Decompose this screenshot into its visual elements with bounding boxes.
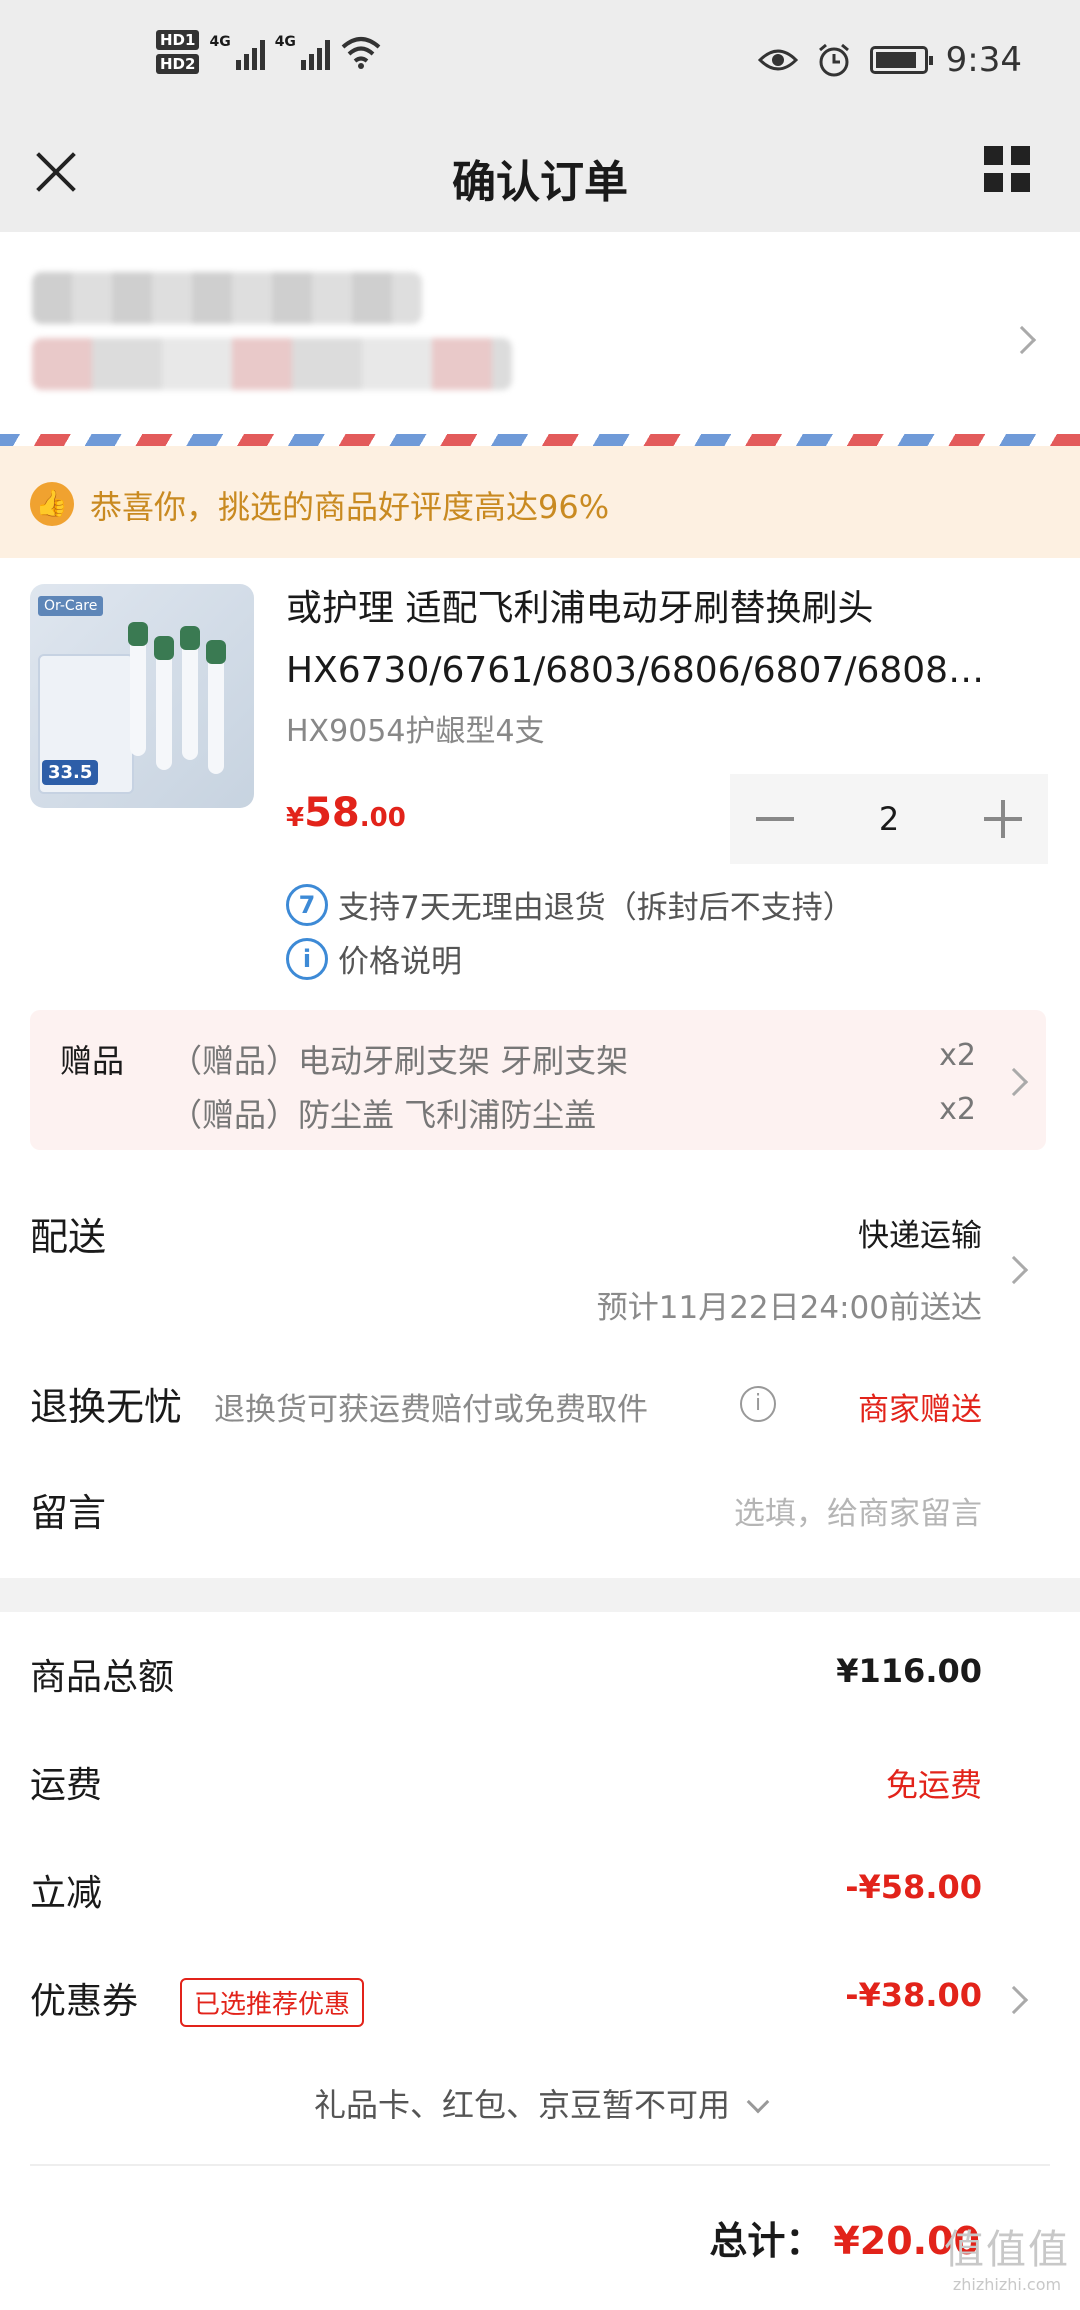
signal-icon: 4G <box>209 34 265 70</box>
thumbs-up-icon: 👍 <box>30 482 74 526</box>
gift-qty: x2 <box>939 1092 976 1127</box>
chevron-right-icon <box>999 1067 1029 1097</box>
thumb-brand: Or-Care <box>38 596 104 616</box>
praise-banner: 👍 恭喜你，挑选的商品好评度高达96% <box>0 446 1080 558</box>
product-card: Or-Care 33.5 或护理 适配飞利浦电动牙刷替换刷头HX6730/676… <box>0 558 1080 1578</box>
product-price: ¥58.00 <box>286 790 406 836</box>
message-label: 留言 <box>30 1491 107 1535</box>
app-header: 确认订单 <box>0 120 1080 232</box>
grid-menu-icon[interactable] <box>984 146 1030 192</box>
address-detail-redacted <box>32 338 512 390</box>
clock: 9:34 <box>945 40 1022 80</box>
coupon-label: 优惠券 <box>30 1981 139 2022</box>
goods-total-value: ¥116.00 <box>836 1652 982 1690</box>
coupon-recommended-tag: 已选推荐优惠 <box>180 1978 365 2027</box>
chevron-right-icon[interactable] <box>999 1985 1029 2015</box>
returns-label: 退换无忧 <box>30 1385 183 1429</box>
seven-day-return-icon: 7 <box>286 883 328 926</box>
product-spec[interactable]: HX9054护龈型4支 <box>286 706 545 750</box>
returns-desc: 退换货可获运费赔付或免费取件 <box>214 1392 648 1428</box>
address-name-redacted <box>32 272 422 324</box>
praise-text: 恭喜你，挑选的商品好评度高达96% <box>90 488 610 526</box>
address-card[interactable] <box>0 232 1080 444</box>
quantity-stepper: 2 <box>730 774 1048 864</box>
site-watermark: 值值值 zhizhizhi.com <box>944 2227 1070 2294</box>
thumb-price: 33.5 <box>42 760 99 785</box>
hd2-badge: HD2 <box>156 54 200 74</box>
quantity-value[interactable]: 2 <box>820 774 958 864</box>
delivery-eta: 预计11月22日24:00前送达 <box>596 1290 982 1326</box>
info-icon[interactable]: i <box>740 1386 776 1422</box>
return-policy: 7 支持7天无理由退货（拆封后不支持） <box>286 882 854 927</box>
price-summary: 商品总额 ¥116.00 运费 免运费 立减 -¥58.00 优惠券 已选推荐优… <box>0 1612 1080 2310</box>
chevron-down-icon <box>746 2090 770 2114</box>
minus-button[interactable] <box>730 774 820 864</box>
discount-label: 立减 <box>30 1873 103 1914</box>
message-input[interactable]: 选填，给商家留言 <box>734 1488 982 1533</box>
product-title[interactable]: 或护理 适配飞利浦电动牙刷替换刷头HX6730/6761/6803/6806/6… <box>286 578 1046 702</box>
battery-icon <box>869 46 933 74</box>
product-thumbnail[interactable]: Or-Care 33.5 <box>30 584 254 808</box>
unavailable-payments[interactable]: 礼品卡、红包、京豆暂不可用 <box>0 2080 1080 2126</box>
gifts-section[interactable]: 赠品 （赠品）电动牙刷支架 牙刷支架 x2 （赠品）防尘盖 飞利浦防尘盖 x2 <box>30 1010 1046 1150</box>
info-icon: i <box>286 937 328 980</box>
status-bar: HD1 HD2 4G 4G 9:34 <box>0 0 1080 120</box>
airmail-divider <box>0 434 1080 446</box>
divider <box>30 2164 1050 2166</box>
shipping-label: 运费 <box>30 1765 103 1806</box>
alarm-icon <box>818 43 849 77</box>
order-total: 总计： ¥20.00 <box>709 2210 980 2265</box>
gift-qty: x2 <box>939 1038 976 1073</box>
delivery-label: 配送 <box>30 1215 107 1259</box>
delivery-method[interactable]: 快递运输 <box>858 1210 982 1255</box>
total-label: 总计： <box>709 2219 824 2263</box>
returns-value: 商家赠送 <box>858 1392 982 1428</box>
wifi-icon <box>341 37 381 69</box>
chevron-right-icon[interactable] <box>999 1255 1029 1285</box>
gifts-label: 赠品 <box>60 1042 125 1080</box>
plus-button[interactable] <box>958 774 1048 864</box>
hd1-badge: HD1 <box>156 30 200 50</box>
gift-item: （赠品）电动牙刷支架 牙刷支架 <box>170 1042 629 1080</box>
discount-value: -¥58.00 <box>845 1868 982 1906</box>
chevron-right-icon <box>1007 325 1037 355</box>
signal-group: HD1 HD2 4G 4G <box>156 30 382 74</box>
eye-icon <box>757 49 798 71</box>
page-title: 确认订单 <box>452 157 628 208</box>
signal-icon: 4G <box>275 34 330 70</box>
goods-total-label: 商品总额 <box>30 1657 175 1698</box>
coupon-value[interactable]: -¥38.00 <box>845 1976 982 2014</box>
gift-item: （赠品）防尘盖 飞利浦防尘盖 <box>170 1096 597 1134</box>
shipping-value: 免运费 <box>885 1766 982 1804</box>
price-note-link[interactable]: i 价格说明 <box>286 936 462 981</box>
